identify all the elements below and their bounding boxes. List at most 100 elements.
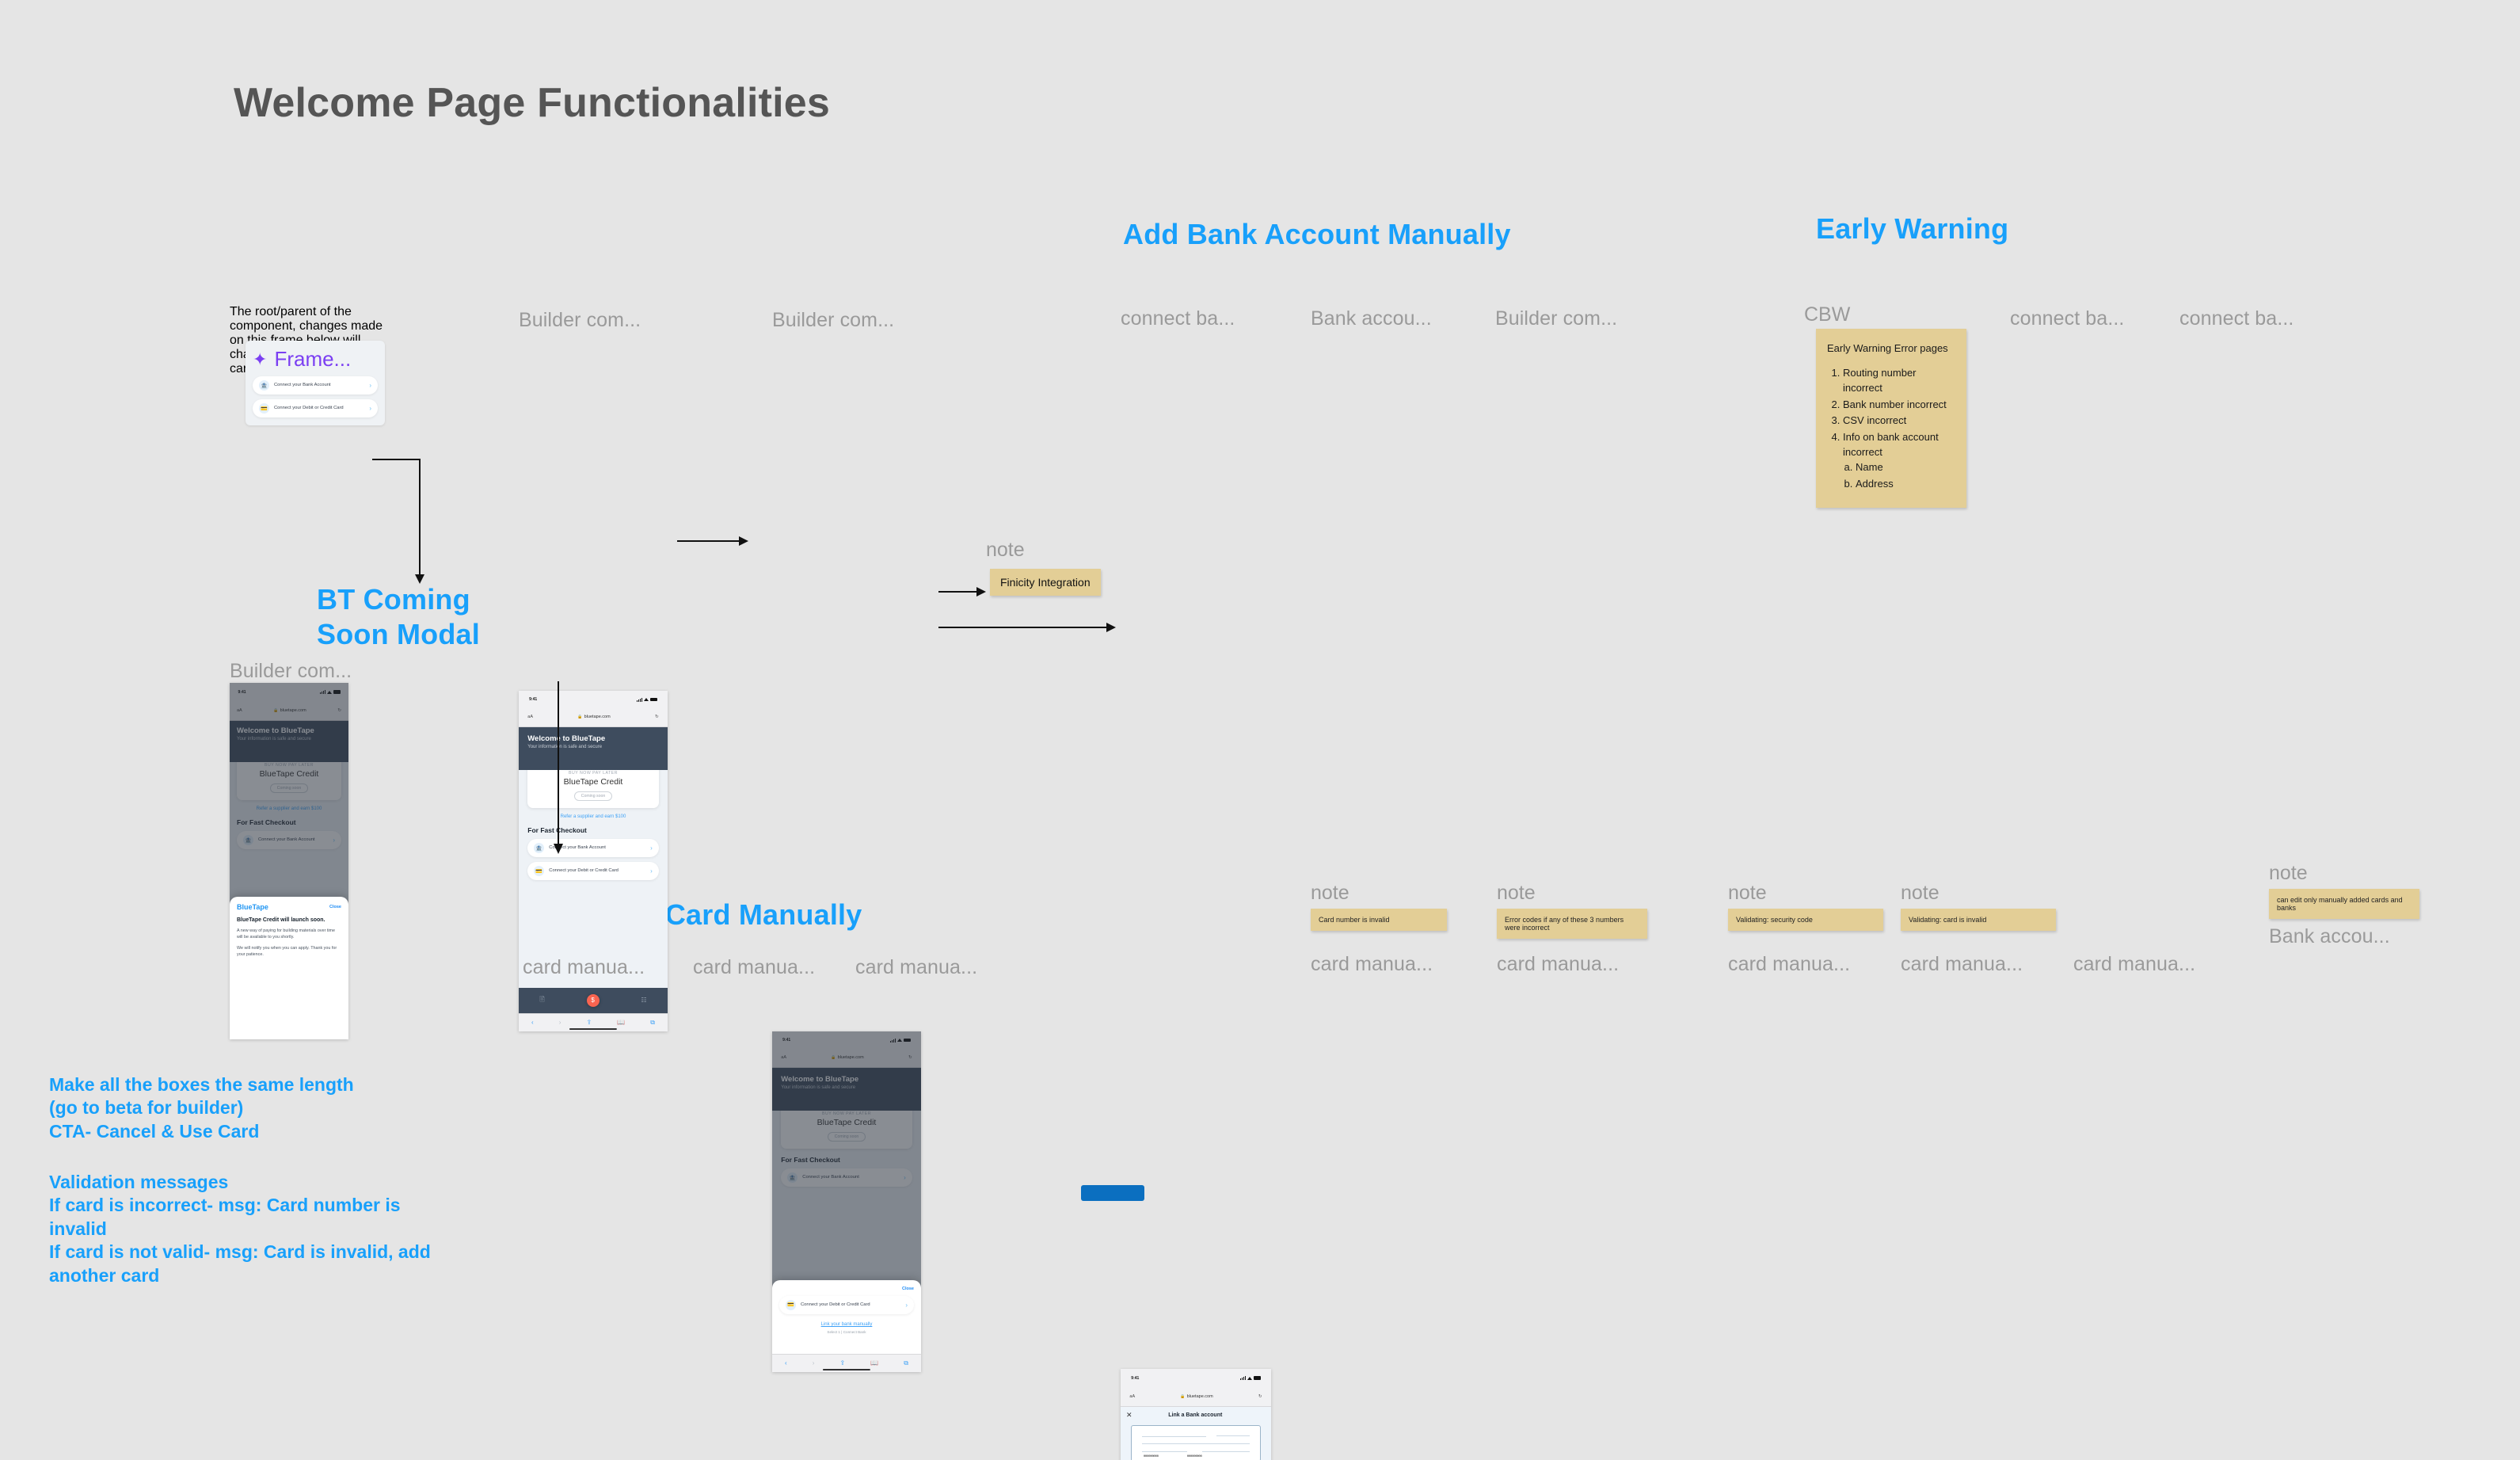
link-bank-manually-link[interactable]: Link your bank manually — [779, 1322, 914, 1327]
connect-bank-row[interactable]: 🏦 Connect your Bank Account › — [527, 839, 659, 858]
note-label: note — [986, 539, 1025, 561]
connect-row[interactable]: 🏦 Connect your Bank Account › — [253, 376, 378, 395]
chevron-right-icon: › — [650, 844, 653, 852]
sticky-note-error-codes: Error codes if any of these 3 numbers we… — [1497, 909, 1647, 939]
finicity-note: Finicity Integration — [990, 569, 1101, 596]
close-button[interactable]: Close — [329, 905, 341, 909]
tabs-icon[interactable]: ⧉ — [650, 1019, 655, 1027]
coming-soon-badge: Coming soon — [573, 791, 613, 802]
frame-component-label: Frame... — [274, 347, 352, 371]
url-text: bluetape.com — [584, 715, 611, 720]
connect-card-row[interactable]: 💳 Connect your Debit or Credit Card › — [527, 862, 659, 881]
forward-icon: › — [812, 1359, 815, 1367]
frame-label-connect-bank: connect ba... — [2010, 307, 2125, 330]
ew-item: CSV incorrect — [1843, 414, 1955, 429]
frame-label-card-manual: card manua... — [523, 956, 645, 978]
back-icon[interactable]: ‹ — [785, 1359, 787, 1367]
chevron-right-icon: › — [905, 1301, 908, 1309]
sheet-header: ✕ Link a Bank account — [1121, 1407, 1271, 1424]
annotation-boxes: Make all the boxes the same length (go t… — [49, 1074, 354, 1142]
frame-label-card-manual: card manua... — [1497, 953, 1620, 975]
status-time: 9:41 — [1131, 1375, 1140, 1381]
frame-label-bank-account: Bank accou... — [1311, 307, 1432, 330]
text-size-button[interactable]: aA — [1129, 1394, 1135, 1399]
connect-card-row[interactable]: 💳 Connect your Debit or Credit Card › — [779, 1295, 914, 1314]
share-icon[interactable]: ⇪ — [839, 1359, 845, 1367]
ew-item-text: Info on bank account incorrect — [1843, 431, 1939, 459]
sticky-note-validating-security: Validating: security code — [1728, 909, 1883, 931]
page-title: Welcome Page Functionalities — [234, 80, 831, 126]
ew-heading: Early Warning Error pages — [1827, 342, 1948, 354]
phone-bt-coming-soon[interactable]: 9:41 aA 🔒 bluetape.com ↻ Welcome to Blue… — [230, 683, 348, 1039]
pay-fab-icon[interactable]: $ — [586, 993, 600, 1007]
phone-welcome-dimmed[interactable]: 9:41 aA 🔒 bluetape.com ↻ Welcome to Blue… — [772, 1031, 921, 1372]
coming-soon-sheet: BlueTape Close BlueTape Credit will laun… — [230, 897, 348, 1039]
card-icon: 💳 — [786, 1299, 796, 1310]
annotation-validation: Validation messages If card is incorrect… — [49, 1172, 431, 1286]
close-icon[interactable]: ✕ — [1126, 1411, 1132, 1420]
modal-paragraph-2: We will notify you when you can apply. T… — [237, 945, 337, 958]
tabs-icon[interactable]: ⧉ — [904, 1359, 908, 1367]
home-indicator — [822, 1369, 871, 1370]
url-text: bluetape.com — [1186, 1393, 1213, 1399]
ew-item: Info on bank account incorrect Name Addr… — [1843, 430, 1955, 491]
frame-label-builder: Builder com... — [1495, 307, 1618, 330]
frame-component-card[interactable]: ✦ Frame... 🏦 Connect your Bank Account ›… — [246, 341, 385, 425]
placeholder-button[interactable] — [1081, 1185, 1144, 1201]
bookmarks-icon[interactable]: 📖 — [617, 1019, 625, 1026]
frame-label-card-manual: card manua... — [855, 956, 978, 978]
phone-welcome[interactable]: 9:41 aA 🔒 bluetape.com ↻ Welcome to Blue… — [519, 691, 668, 1031]
document-icon[interactable]: 🖹 — [539, 995, 544, 1006]
grid-icon[interactable]: ☷ — [641, 997, 646, 1004]
note-label: note — [2269, 862, 2308, 884]
micr-account: 000000000 — [1186, 1454, 1202, 1458]
bnpl-label: BUY NOW PAY LATER — [569, 771, 618, 776]
chevron-right-icon: › — [369, 382, 371, 389]
frame-label-card-manual: card manua... — [693, 956, 816, 978]
frame-label-bank-account: Bank accou... — [2269, 925, 2390, 947]
note-label: note — [1901, 882, 1939, 904]
micr-routing: 000000000 — [1143, 1454, 1159, 1458]
product-name: BlueTape Credit — [563, 777, 623, 787]
reload-icon[interactable]: ↻ — [655, 715, 659, 719]
sheet-footnote: Select 1 | Connect Bank — [827, 1329, 866, 1334]
close-button[interactable]: Close — [902, 1287, 914, 1291]
chevron-right-icon: › — [650, 867, 653, 875]
connect-row[interactable]: 💳 Connect your Debit or Credit Card › — [253, 399, 378, 417]
reload-icon[interactable]: ↻ — [1258, 1394, 1262, 1399]
note-label: note — [1497, 882, 1536, 904]
ew-subitem: Name — [1856, 460, 1955, 475]
browser-url-bar[interactable]: aA 🔒 bluetape.com ↻ — [519, 708, 668, 727]
frame-label-card-manual: card manua... — [1311, 953, 1433, 975]
text-size-button[interactable]: aA — [527, 715, 533, 719]
bookmarks-icon[interactable]: 📖 — [870, 1359, 878, 1367]
signal-icon — [636, 697, 642, 702]
phone-link-bank[interactable]: 9:41 aA 🔒 bluetape.com ↻ ✕ Link a Bank a… — [1121, 1369, 1271, 1460]
back-icon[interactable]: ‹ — [531, 1019, 534, 1026]
section-title-add-bank: Add Bank Account Manually — [1123, 218, 1511, 250]
connect-row-label: Connect your Debit or Credit Card — [549, 867, 619, 873]
app-tab-bar[interactable]: 🖹 $ ☷ — [519, 987, 668, 1013]
note-label: note — [1728, 882, 1767, 904]
chevron-right-icon: › — [369, 405, 371, 412]
connect-row-label: Connect your Bank Account — [549, 844, 606, 850]
browser-url-bar[interactable]: aA 🔒 bluetape.com ↻ — [1121, 1387, 1271, 1407]
frame-label-connect-bank: connect ba... — [2179, 307, 2294, 330]
connector-arrow — [938, 623, 1116, 632]
annotation-bt-modal: BT Coming Soon Modal — [317, 583, 480, 650]
refer-link[interactable]: Refer a supplier and earn $100 — [527, 814, 658, 819]
cbw-label: CBW — [1804, 303, 1851, 326]
wifi-icon — [643, 698, 649, 702]
fast-checkout-heading: For Fast Checkout — [527, 826, 587, 835]
frame-label-builder: Builder com... — [519, 309, 641, 331]
bluetape-wordmark: BlueTape — [237, 903, 268, 911]
signal-icon — [1239, 1376, 1246, 1381]
home-indicator — [569, 1028, 618, 1030]
ew-subitem: Address — [1856, 477, 1955, 492]
connector-arrow — [677, 536, 748, 546]
share-icon[interactable]: ⇪ — [586, 1019, 592, 1026]
figma-component-icon: ✦ — [253, 349, 268, 369]
modal-title: BlueTape Credit will launch soon. — [237, 917, 325, 923]
sheet-title: Link a Bank account — [1168, 1412, 1223, 1418]
ew-item: Bank number incorrect — [1843, 398, 1955, 413]
